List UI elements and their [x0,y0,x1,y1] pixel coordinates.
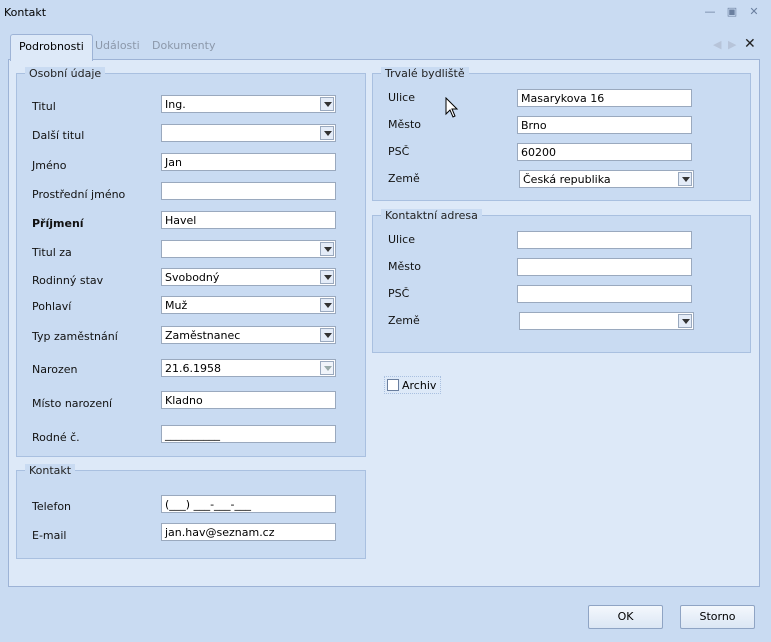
label-prostredni-jmeno: Prostřední jméno [32,188,126,201]
chevron-down-icon[interactable] [320,97,334,111]
label-typ-zamestnani: Typ zaměstnání [32,330,118,343]
telefon-input[interactable]: (___) ___-___-___ [161,495,336,513]
tab-podrobnosti[interactable]: Podrobnosti [10,34,93,61]
window-title: Kontakt [4,6,47,19]
rodne-cislo-input[interactable]: __________ [161,425,336,443]
pohlavi-combo[interactable]: Muž [161,296,336,314]
label-rodne-cislo: Rodné č. [32,431,80,444]
prostredni-jmeno-input[interactable] [161,182,336,200]
group-kontakt: Kontakt [16,464,366,559]
trvale-zeme-combo[interactable]: Česká republika [519,170,694,188]
label-misto-narozeni: Místo narození [32,397,113,410]
trvale-zeme-value: Česká republika [523,173,611,186]
jmeno-input[interactable]: Jan [161,153,336,171]
group-legend-trvale: Trvalé bydliště [381,67,469,80]
ok-button[interactable]: OK [588,605,663,629]
minimize-icon[interactable]: — [702,4,718,20]
kontaktni-ulice-input[interactable] [517,231,692,249]
label-trvale-mesto: Město [388,118,422,131]
kontaktni-psc-input[interactable] [517,285,692,303]
rodinny-stav-combo[interactable]: Svobodný [161,268,336,286]
group-legend-kontakt: Kontakt [25,464,76,477]
chevron-down-icon[interactable] [320,270,334,284]
titul-za-combo[interactable] [161,240,336,258]
arrow-right-icon[interactable]: ▶ [728,38,736,51]
rodinny-stav-value: Svobodný [165,271,220,284]
typ-zamestnani-value: Zaměstnanec [165,329,241,342]
label-kontaktni-mesto: Město [388,260,422,273]
tab-strip: Podrobnosti Události Dokumenty ◀ ▶ ✕ [8,34,760,61]
mouse-cursor-icon [445,97,459,118]
trvale-ulice-input[interactable]: Masarykova 16 [517,89,692,107]
label-email: E-mail [32,529,67,542]
trvale-mesto-input[interactable]: Brno [517,116,692,134]
label-dalsi-titul: Další titul [32,129,85,142]
label-kontaktni-psc: PSČ [388,287,410,300]
group-legend-osobni: Osobní údaje [25,67,106,80]
label-narozen: Narozen [32,363,78,376]
archiv-checkbox[interactable]: Archiv [384,376,442,394]
dalsi-titul-combo[interactable] [161,124,336,142]
tab-dokumenty[interactable]: Dokumenty [144,34,223,60]
kontaktni-zeme-combo[interactable] [519,312,694,330]
label-kontaktni-ulice: Ulice [388,233,415,246]
misto-narozeni-input[interactable]: Kladno [161,391,336,409]
arrow-left-icon[interactable]: ◀ [713,38,721,51]
group-legend-kontaktni: Kontaktní adresa [381,209,482,222]
chevron-down-icon[interactable] [678,172,692,186]
chevron-down-icon[interactable] [678,314,692,328]
label-prijmeni: Příjmení [32,217,84,230]
label-pohlavi: Pohlaví [32,300,72,313]
chevron-down-icon[interactable] [320,242,334,256]
label-jmeno: Jméno [32,159,67,172]
label-titul: Titul [32,100,56,113]
chevron-down-icon[interactable] [320,328,334,342]
narozen-date-picker[interactable]: 21.6.1958 [161,359,336,377]
trvale-psc-input[interactable]: 60200 [517,143,692,161]
typ-zamestnani-combo[interactable]: Zaměstnanec [161,326,336,344]
chevron-down-icon[interactable] [320,361,334,375]
label-titul-za: Titul za [32,246,72,259]
titul-value: Ing. [165,98,186,111]
email-input[interactable]: jan.hav@seznam.cz [161,523,336,541]
prijmeni-input[interactable]: Havel [161,211,336,229]
archiv-label: Archiv [402,379,437,392]
label-rodinny-stav: Rodinný stav [32,274,104,287]
chevron-down-icon[interactable] [320,298,334,312]
narozen-value: 21.6.1958 [165,362,221,375]
label-kontaktni-zeme: Země [388,314,420,327]
checkbox-icon[interactable] [387,379,399,391]
titul-combo[interactable]: Ing. [161,95,336,113]
restore-icon[interactable]: ▣ [724,4,740,20]
storno-button[interactable]: Storno [680,605,755,629]
chevron-down-icon[interactable] [320,126,334,140]
tab-close-icon[interactable]: ✕ [744,36,756,52]
label-trvale-zeme: Země [388,172,420,185]
label-trvale-psc: PSČ [388,145,410,158]
pohlavi-value: Muž [165,299,188,312]
close-icon[interactable]: ✕ [746,4,762,20]
label-trvale-ulice: Ulice [388,91,415,104]
title-bar: Kontakt — ▣ ✕ [0,0,771,26]
kontaktni-mesto-input[interactable] [517,258,692,276]
tab-udalosti[interactable]: Události [87,34,148,60]
label-telefon: Telefon [32,500,72,513]
